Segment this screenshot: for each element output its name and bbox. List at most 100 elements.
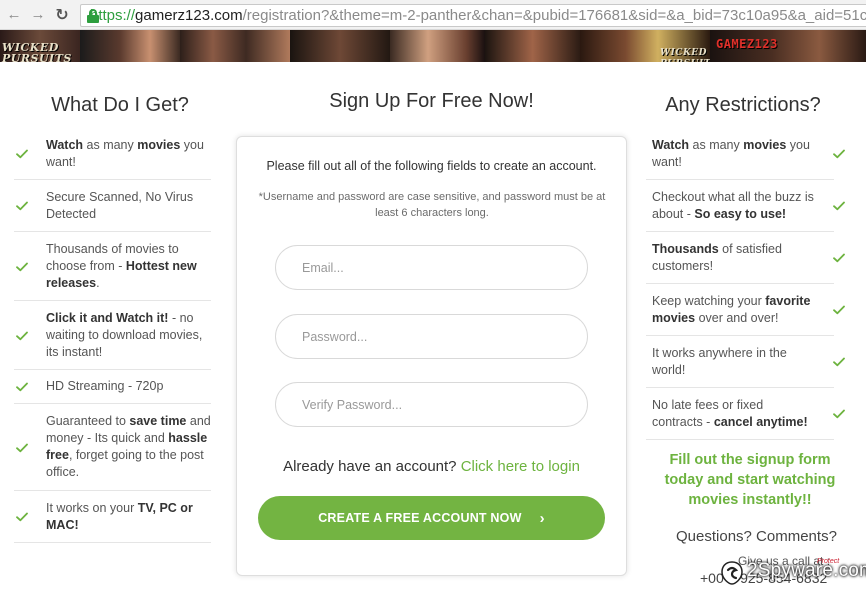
check-icon	[833, 253, 845, 263]
banner-image	[390, 30, 485, 62]
feature-item: HD Streaming - 720p	[14, 370, 211, 404]
url-host: gamerz123.com	[135, 7, 243, 24]
feature-text: Checkout what all the buzz is about - So…	[652, 189, 817, 223]
feature-text: Keep watching your favorite movies over …	[652, 293, 817, 327]
feature-text-part: It works anywhere in the world!	[652, 345, 787, 377]
page-title: Sign Up For Free Now!	[329, 90, 534, 112]
banner-logo-text: WICKED PURSUITS	[2, 41, 72, 62]
banner-image	[485, 30, 580, 62]
feature-text-bold: Watch	[652, 137, 690, 152]
feature-text: Thousands of movies to choose from - Hot…	[46, 241, 211, 292]
feature-item: It works anywhere in the world!	[646, 336, 845, 388]
back-arrow-icon[interactable]: ←	[4, 5, 24, 25]
feature-item: Secure Scanned, No Virus Detected	[14, 180, 211, 232]
feature-text: Click it and Watch it! - no waiting to d…	[46, 310, 211, 361]
check-icon	[833, 409, 845, 419]
feature-text: Secure Scanned, No Virus Detected	[46, 189, 211, 223]
feature-item: Thousands of satisfied customers!	[646, 232, 845, 284]
questions-heading: Questions? Comments?	[676, 528, 837, 545]
check-icon	[833, 149, 845, 159]
left-feature-list: Watch as many movies you want! Secure Sca…	[14, 128, 211, 543]
check-icon	[16, 382, 28, 392]
banner-image	[180, 30, 290, 62]
feature-item: No late fees or fixed contracts - cancel…	[646, 388, 845, 440]
feature-text-bold: Click it and Watch it!	[46, 310, 169, 325]
check-icon	[833, 357, 845, 367]
feature-item: It works on your TV, PC or MAC!	[14, 491, 211, 543]
password-field[interactable]	[275, 314, 588, 359]
watermark-text: 2Spyware.com	[747, 560, 866, 581]
feature-text-part: .	[96, 275, 100, 290]
feature-text-bold: save time	[129, 414, 187, 428]
feature-text-part: as many	[83, 137, 138, 152]
feature-text: It works anywhere in the world!	[652, 345, 817, 379]
feature-text: It works on your TV, PC or MAC!	[46, 500, 211, 534]
feature-item: Checkout what all the buzz is about - So…	[646, 180, 845, 232]
check-icon	[16, 331, 28, 341]
right-feature-list: Watch as many movies you want! Checkout w…	[646, 128, 845, 440]
feature-text-bold: Watch	[46, 137, 84, 152]
login-prompt: Already have an account?	[283, 458, 461, 475]
verify-password-field[interactable]	[275, 382, 588, 427]
feature-item: Guaranteed to save time and money - Its …	[14, 404, 211, 491]
login-link[interactable]: Click here to login	[461, 458, 580, 475]
feature-text-part: Keep watching your	[652, 293, 766, 308]
feature-text-bold: Thousands	[652, 241, 719, 256]
right-heading: Any Restrictions?	[665, 94, 821, 116]
banner-logo-text: WICKED PURSUITS	[660, 48, 710, 62]
signup-form: Please fill out all of the following fie…	[236, 136, 627, 576]
email-field[interactable]	[275, 245, 588, 290]
feature-item: Click it and Watch it! - no waiting to d…	[14, 301, 211, 370]
banner-image	[290, 30, 390, 62]
check-icon	[16, 443, 28, 453]
forward-arrow-icon[interactable]: →	[28, 5, 48, 25]
check-icon	[16, 512, 28, 522]
feature-text: Guaranteed to save time and money - Its …	[46, 413, 211, 481]
check-icon	[16, 149, 28, 159]
header-banner: WICKED PURSUITS WICKED PURSUITS GAMEZ123	[0, 30, 866, 62]
feature-item: Watch as many movies you want!	[14, 128, 211, 180]
feature-text-part: , forget going to the post office.	[46, 448, 204, 479]
feature-text: HD Streaming - 720p	[46, 378, 211, 395]
feature-item: Watch as many movies you want!	[646, 128, 845, 180]
url-path: /registration?&theme=m-2-panther&chan=&p…	[242, 7, 866, 24]
banner-image	[80, 30, 180, 62]
feature-text-part: as many	[689, 137, 744, 152]
feature-text: Watch as many movies you want!	[652, 137, 817, 171]
banner-image: WICKED PURSUITS	[580, 30, 710, 62]
create-account-label: CREATE A FREE ACCOUNT NOW	[318, 511, 522, 525]
watermark-logo-icon	[721, 561, 743, 585]
check-icon	[833, 305, 845, 315]
create-account-button[interactable]: CREATE A FREE ACCOUNT NOW ›	[258, 496, 605, 540]
banner-image: WICKED PURSUITS	[0, 30, 80, 62]
feature-text-part: HD Streaming - 720p	[46, 379, 164, 393]
feature-text-bold: movies	[743, 137, 787, 152]
feature-text: Thousands of satisfied customers!	[652, 241, 817, 275]
feature-text-part: Secure Scanned, No Virus Detected	[46, 189, 194, 221]
form-note: *Username and password are case sensitiv…	[258, 191, 606, 219]
reload-icon[interactable]: ↻	[52, 5, 72, 25]
banner-logo-text: GAMEZ123	[716, 37, 778, 51]
left-heading: What Do I Get?	[51, 94, 189, 116]
promo-text: Fill out the signup form today and start…	[664, 452, 836, 508]
watermark: 2Spyware.com Protect	[719, 558, 866, 588]
form-instruction: Please fill out all of the following fie…	[266, 159, 597, 173]
feature-text-part: over and over!	[695, 310, 779, 325]
check-icon	[16, 201, 28, 211]
feature-text: Watch as many movies you want!	[46, 137, 211, 171]
feature-text-part: Guaranteed to	[46, 414, 130, 428]
login-prompt-line: Already have an account? Click here to l…	[237, 458, 626, 475]
feature-text-part: It works on your	[46, 500, 138, 515]
feature-text-bold: cancel anytime!	[713, 414, 808, 429]
watermark-subtext: Protect	[817, 558, 840, 565]
chevron-right-icon: ›	[539, 509, 545, 527]
feature-text-bold: So easy to use!	[694, 206, 787, 221]
check-icon	[833, 201, 845, 211]
feature-item: Keep watching your favorite movies over …	[646, 284, 845, 336]
browser-toolbar: ← → ↻ https:// gamerz123.com /registrati…	[0, 0, 866, 30]
feature-item: Thousands of movies to choose from - Hot…	[14, 232, 211, 301]
check-icon	[16, 262, 28, 272]
feature-text: No late fees or fixed contracts - cancel…	[652, 397, 817, 431]
address-bar[interactable]: https:// gamerz123.com /registration?&th…	[80, 4, 866, 27]
feature-text-bold: movies	[137, 137, 181, 152]
